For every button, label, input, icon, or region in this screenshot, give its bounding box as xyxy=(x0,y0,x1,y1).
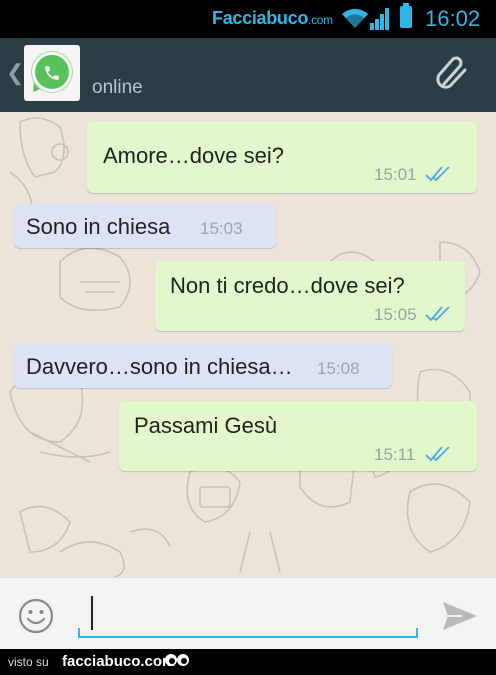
message-text: Passami Gesù xyxy=(134,413,278,438)
chevron-left-icon[interactable]: ❮ xyxy=(6,60,24,86)
message-time: 15:03 xyxy=(200,219,243,238)
message-text: Davvero…sono in chiesa… xyxy=(26,354,293,379)
smiley-icon[interactable] xyxy=(18,598,54,634)
message-time: 15:11 xyxy=(374,445,416,464)
status-bar-time: 16:02 xyxy=(425,6,481,31)
wifi-icon xyxy=(342,8,368,28)
status-bar: Facciabuco.com 16:02 xyxy=(0,0,496,38)
read-receipt-icon xyxy=(425,446,450,462)
input-underline-edge xyxy=(416,628,418,638)
message-time: 15:01 xyxy=(374,165,417,184)
watermark-footer: visto su facciabuco.com xyxy=(0,649,496,675)
send-icon[interactable] xyxy=(440,598,480,634)
message-list[interactable]: Amore…dove sei? 15:01 Sono in chiesa 15:… xyxy=(0,112,496,577)
status-bar-brand: Facciabuco.com xyxy=(212,8,333,28)
message-bubble-outgoing[interactable]: Amore…dove sei? 15:01 xyxy=(87,121,477,193)
message-text: Amore…dove sei? xyxy=(103,143,284,168)
footer-site-link[interactable]: facciabuco.com xyxy=(62,653,175,670)
message-bubble-outgoing[interactable]: Non ti credo…dove sei? 15:05 xyxy=(155,261,465,331)
phone-icon xyxy=(45,66,59,80)
signal-icon xyxy=(370,8,389,30)
message-bubble-incoming[interactable]: Sono in chiesa 15:03 xyxy=(14,204,276,248)
composer-bar xyxy=(0,577,496,649)
conversation-header: ❮ online xyxy=(0,38,496,112)
message-time: 15:08 xyxy=(317,359,360,378)
battery-icon xyxy=(400,3,412,28)
message-text: Non ti credo…dove sei? xyxy=(170,273,405,298)
text-cursor xyxy=(91,596,93,630)
message-time: 15:05 xyxy=(374,305,417,324)
message-bubble-outgoing[interactable]: Passami Gesù 15:11 xyxy=(119,401,477,471)
contact-status: online xyxy=(92,77,143,98)
input-underline-edge xyxy=(78,628,80,638)
read-receipt-icon xyxy=(425,306,450,322)
message-text: Sono in chiesa xyxy=(26,214,171,239)
read-receipt-icon xyxy=(425,166,450,182)
eyes-icon xyxy=(165,654,189,666)
paperclip-icon[interactable] xyxy=(432,54,472,94)
footer-visto-label: visto su xyxy=(8,655,49,669)
message-bubble-incoming[interactable]: Davvero…sono in chiesa… 15:08 xyxy=(14,344,392,388)
message-input[interactable] xyxy=(78,592,418,638)
contact-avatar[interactable] xyxy=(24,45,80,101)
